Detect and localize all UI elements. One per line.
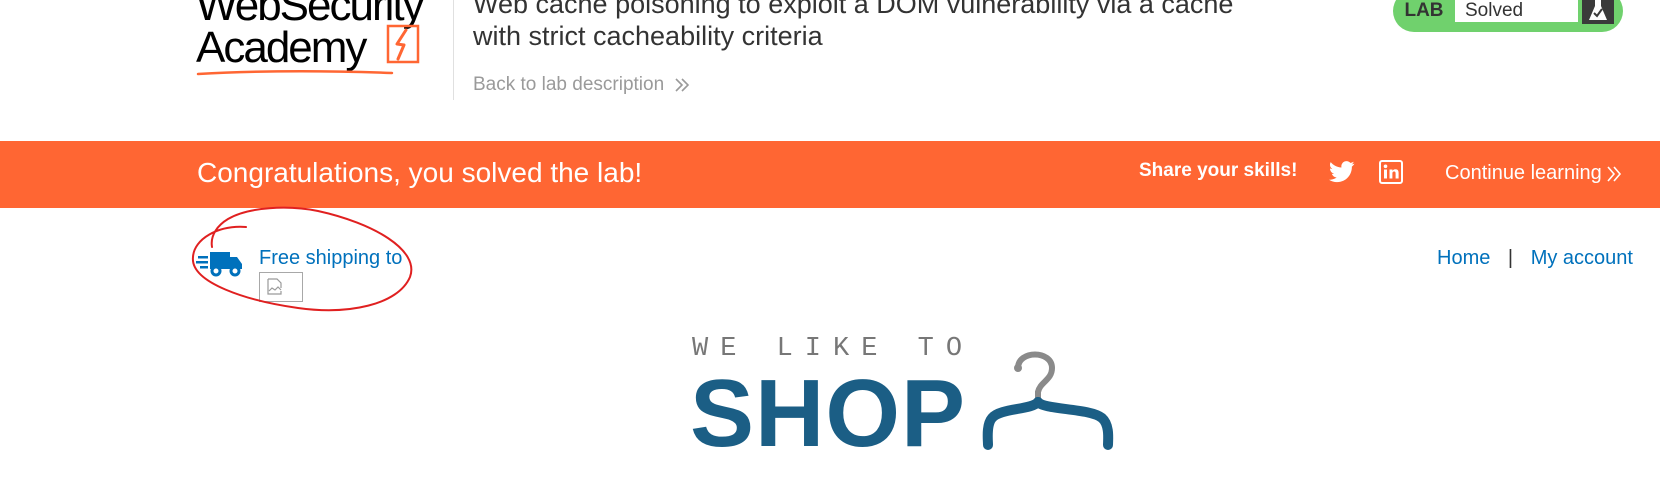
- lab-title-line1: Web cache poisoning to exploit a DOM vul…: [473, 0, 1234, 19]
- lab-title-line2: with strict cacheability criteria: [473, 21, 823, 51]
- flask-icon: [1582, 0, 1614, 24]
- hanger-icon: [982, 351, 1114, 450]
- truck-icon: [196, 252, 242, 277]
- congratulations-message: Congratulations, you solved the lab!: [197, 157, 643, 188]
- double-chevron-right-icon: [675, 78, 690, 92]
- broken-image-placeholder: [259, 272, 303, 302]
- back-link-label: Back to lab description: [473, 74, 665, 95]
- web-security-academy-logo[interactable]: WebSecurity Academy: [196, 0, 456, 84]
- continue-learning-link[interactable]: Continue learning: [1445, 162, 1622, 185]
- free-shipping-text: Free shipping to: [259, 247, 403, 269]
- logo-bolt-icon: [386, 24, 420, 64]
- twitter-icon[interactable]: [1329, 161, 1355, 183]
- logo-text-line2: Academy: [196, 23, 367, 72]
- logo-swoosh: [196, 69, 394, 76]
- lab-title: Web cache poisoning to exploit a DOM vul…: [473, 0, 1333, 52]
- academy-header: WebSecurity Academy Web cache poisoning …: [0, 0, 1660, 140]
- broken-image-icon: [267, 278, 282, 295]
- lab-status-value: Solved: [1455, 0, 1578, 22]
- back-to-lab-description-link[interactable]: Back to lab description: [473, 74, 690, 96]
- account-navigation: Home | My account: [1437, 247, 1633, 270]
- continue-learning-label: Continue learning: [1445, 162, 1602, 184]
- my-account-link[interactable]: My account: [1531, 247, 1633, 269]
- shop-hero-logo: WE LIKE TO SHOP: [690, 330, 1130, 502]
- home-link[interactable]: Home: [1437, 247, 1490, 269]
- lab-status-widget: LAB Solved: [1393, 0, 1623, 32]
- lab-status-label: LAB: [1404, 0, 1444, 21]
- share-skills-label: Share your skills!: [1139, 160, 1298, 181]
- nav-separator: |: [1507, 247, 1514, 269]
- header-divider: [453, 0, 454, 100]
- linkedin-icon[interactable]: [1379, 160, 1403, 184]
- hero-title: SHOP: [690, 360, 967, 467]
- double-chevron-right-icon: [1607, 165, 1621, 182]
- solved-notification-banner: Congratulations, you solved the lab! Sha…: [0, 141, 1660, 208]
